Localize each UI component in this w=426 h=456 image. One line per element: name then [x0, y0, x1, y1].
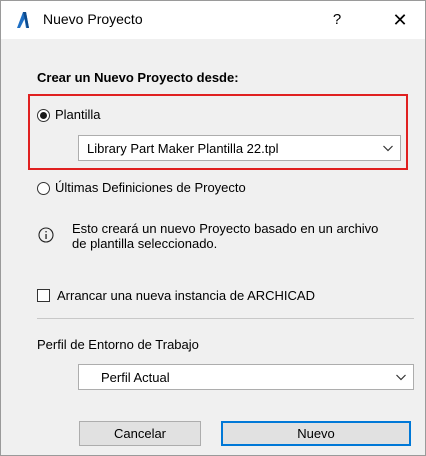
new-button[interactable]: Nuevo — [221, 421, 411, 446]
last-definitions-radio-label: Últimas Definiciones de Proyecto — [55, 180, 246, 195]
new-instance-checkbox[interactable] — [37, 289, 50, 302]
template-file-select[interactable]: Library Part Maker Plantilla 22.tpl — [78, 135, 401, 161]
info-text: Esto creará un nuevo Proyecto basado en … — [72, 221, 379, 251]
new-instance-label: Arrancar una nueva instancia de ARCHICAD — [57, 288, 315, 303]
section-title: Crear un Nuevo Proyecto desde: — [37, 70, 239, 85]
template-radio-label: Plantilla — [55, 107, 101, 122]
window-title: Nuevo Proyecto — [43, 11, 143, 27]
last-definitions-radio[interactable] — [37, 182, 50, 195]
title-bar[interactable]: Nuevo Proyecto ? ✕ — [1, 1, 425, 39]
work-env-value: Perfil Actual — [101, 370, 170, 385]
template-radio[interactable] — [37, 109, 50, 122]
chevron-down-icon — [383, 145, 393, 152]
dialog-footer: Cancelar Nuevo — [1, 405, 425, 455]
work-env-select[interactable]: Perfil Actual — [78, 364, 414, 390]
help-button[interactable]: ? — [323, 7, 351, 33]
archicad-logo-icon — [17, 12, 29, 28]
template-file-value: Library Part Maker Plantilla 22.tpl — [87, 141, 279, 156]
chevron-down-icon — [396, 374, 406, 381]
dialog-body: Crear un Nuevo Proyecto desde: Plantilla… — [1, 39, 425, 405]
work-env-label: Perfil de Entorno de Trabajo — [37, 337, 199, 352]
info-circle-icon — [38, 227, 54, 243]
divider — [37, 318, 414, 319]
new-project-dialog: Nuevo Proyecto ? ✕ Crear un Nuevo Proyec… — [0, 0, 426, 456]
close-button[interactable]: ✕ — [383, 7, 417, 33]
cancel-button[interactable]: Cancelar — [79, 421, 201, 446]
